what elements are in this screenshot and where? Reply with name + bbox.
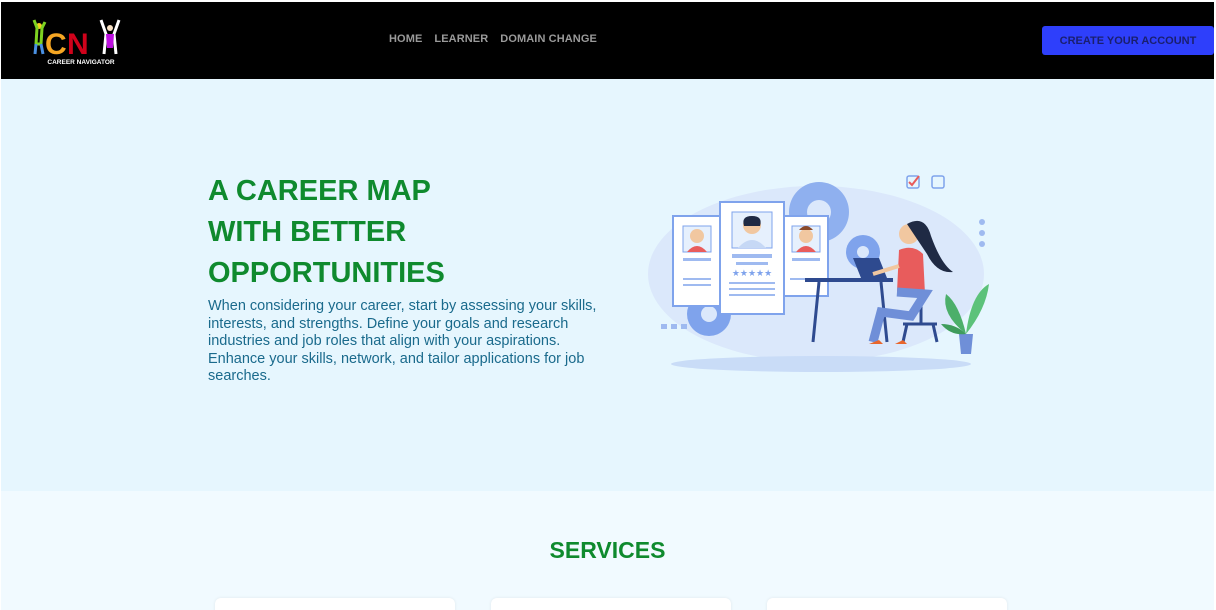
hero-title: A CAREER MAP WITH BETTER OPPORTUNITIES	[208, 171, 588, 294]
page: C N CAREER NAVIGATOR HOME LEARNER DOMAIN…	[1, 2, 1214, 610]
logo-icon: C N CAREER NAVIGATOR	[32, 19, 121, 66]
service-card[interactable]	[491, 598, 731, 610]
hero-description: When considering your career, start by a…	[208, 298, 597, 384]
nav-domain-change[interactable]: DOMAIN CHANGE	[500, 33, 597, 45]
career-profiles-illustration: ★★★★★	[641, 174, 997, 374]
main-nav: HOME LEARNER DOMAIN CHANGE	[389, 33, 597, 45]
hero-section: A CAREER MAP WITH BETTER OPPORTUNITIES W…	[1, 79, 1214, 491]
create-account-button[interactable]: CREATE YOUR ACCOUNT	[1042, 26, 1214, 55]
svg-text:N: N	[67, 28, 89, 61]
hero-title-line: OPPORTUNITIES	[208, 257, 445, 289]
hero-title-line: WITH BETTER	[208, 216, 407, 248]
logo[interactable]: C N CAREER NAVIGATOR	[31, 14, 131, 68]
top-navbar: C N CAREER NAVIGATOR HOME LEARNER DOMAIN…	[1, 2, 1214, 79]
services-title: SERVICES	[549, 537, 666, 563]
hero-title-line: A CAREER MAP	[208, 175, 431, 207]
svg-text:C: C	[45, 28, 67, 61]
svg-text:★★★★★: ★★★★★	[732, 269, 772, 279]
nav-home[interactable]: HOME	[389, 33, 422, 45]
service-card[interactable]	[767, 598, 1007, 610]
nav-learner[interactable]: LEARNER	[434, 33, 488, 45]
services-section: SERVICES	[1, 491, 1214, 610]
service-card[interactable]	[215, 598, 455, 610]
logo-caption: CAREER NAVIGATOR	[47, 59, 114, 66]
